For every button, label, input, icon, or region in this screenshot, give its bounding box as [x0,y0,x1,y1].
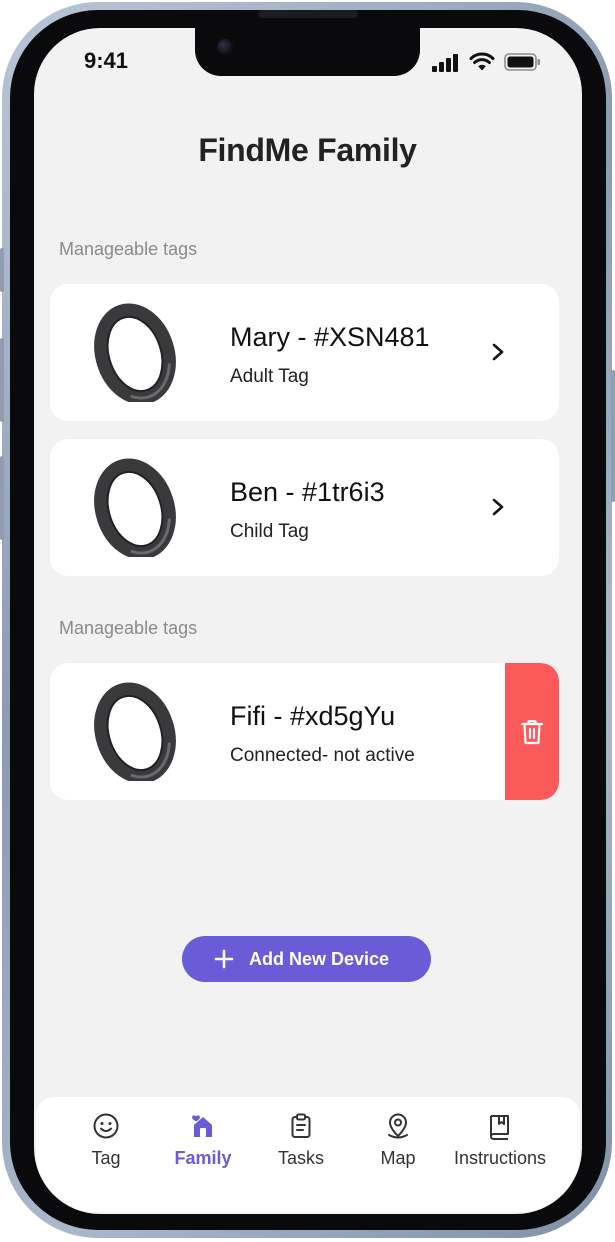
delete-button[interactable] [505,663,559,800]
nav-label: Map [380,1148,416,1168]
mute-switch [0,248,4,292]
wristband-icon [94,458,176,557]
status-time: 9:41 [84,48,129,73]
nav-label: Tasks [277,1148,324,1168]
nav-tab-instructions[interactable]: Instructions [445,1112,555,1169]
section-label-manageable-tags: Manageable tags [59,618,198,638]
volume-up-button [0,338,4,422]
tag-card-ben[interactable]: Ben - #1tr6i3 Child Tag [50,439,559,576]
tag-name: Fifi - #xd5gYu [230,701,396,731]
front-camera [217,39,233,55]
wristband-icon [94,682,176,781]
book-icon [490,1115,509,1140]
section-label-manageable-tags: Manageable tags [59,239,198,259]
status-icons [432,52,542,74]
nav-tab-map[interactable]: Map [343,1112,453,1169]
nav-label: Family [174,1148,232,1168]
tag-type: Adult Tag [230,366,309,387]
map-pin-icon [388,1113,408,1139]
nav-tab-tag[interactable]: Tag [51,1112,161,1169]
tag-card-mary[interactable]: Mary - #XSN481 Adult Tag [50,284,559,421]
page-title: FindMe Family [198,132,417,168]
earpiece-speaker [258,10,358,18]
wifi-icon [469,52,495,71]
nav-label: Instructions [453,1148,547,1168]
nav-label: Tag [91,1148,121,1168]
add-new-device-button[interactable]: Add New Device [182,936,431,982]
power-button [611,370,615,502]
trash-icon [520,720,544,745]
tag-name: Ben - #1tr6i3 [230,477,385,507]
tag-status: Connected- not active [230,745,415,766]
nav-tab-family[interactable]: Family [148,1112,258,1169]
tag-card-fifi[interactable]: Fifi - #xd5gYu Connected- not active [50,663,559,800]
tag-type: Child Tag [230,521,309,542]
house-heart-icon [192,1115,212,1137]
volume-down-button [0,456,4,540]
clipboard-icon [291,1113,311,1138]
smiley-icon [93,1113,119,1139]
tag-name: Mary - #XSN481 [230,322,430,352]
chevron-right-icon[interactable] [488,341,508,363]
wristband-icon [94,303,176,402]
nav-tab-tasks[interactable]: Tasks [246,1112,356,1169]
plus-icon [214,949,234,969]
battery-icon [504,53,540,71]
signal-icon [432,54,458,72]
add-new-device-label: Add New Device [249,949,390,969]
chevron-right-icon[interactable] [488,496,508,518]
